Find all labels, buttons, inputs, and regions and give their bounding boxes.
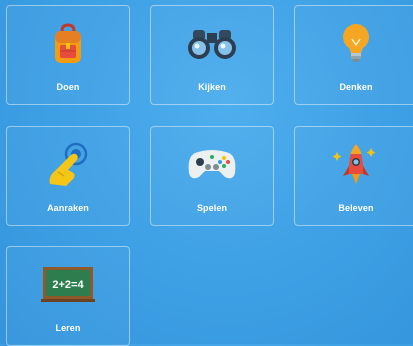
tile-spelen[interactable]: Spelen [150,126,274,226]
tile-label: Doen [56,82,80,92]
tile-label: Leren [55,323,81,333]
rocket-icon [295,135,413,195]
chalkboard-icon: 2+2=4 [7,255,129,315]
lightbulb-icon [295,14,413,74]
tile-label: Aanraken [47,203,89,213]
tile-aanraken[interactable]: Aanraken [6,126,130,226]
tile-leren[interactable]: 2+2=4 Leren [6,246,130,346]
tile-label: Beleven [338,203,374,213]
tile-label: Spelen [196,203,228,213]
category-grid: Doen Kijken Denken Aanraken Spelen Belev… [0,0,413,346]
backpack-icon [7,14,129,74]
tile-label: Kijken [198,82,226,92]
gamepad-icon [151,135,273,195]
touch-hand-icon [7,135,129,195]
binoculars-icon [151,14,273,74]
tile-kijken[interactable]: Kijken [150,5,274,105]
tile-denken[interactable]: Denken [294,5,413,105]
board-text: 2+2=4 [52,279,84,291]
tile-doen[interactable]: Doen [6,5,130,105]
tile-beleven[interactable]: Beleven [294,126,413,226]
tile-label: Denken [339,82,373,92]
